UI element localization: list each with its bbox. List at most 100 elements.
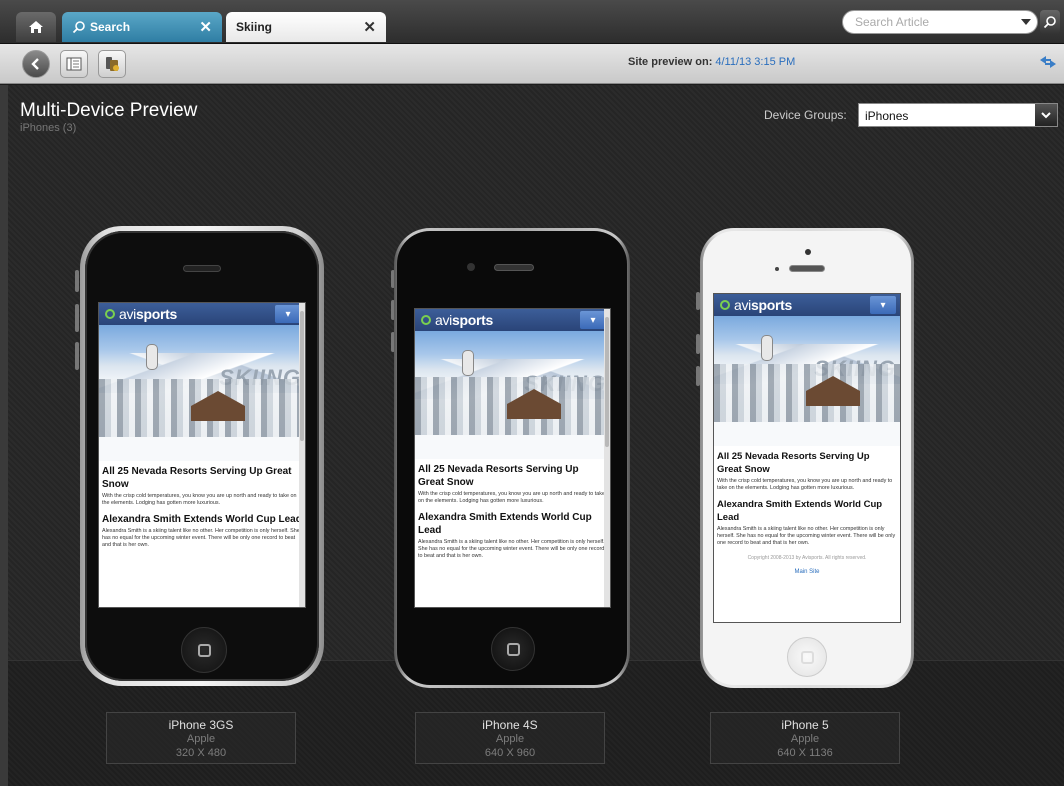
article-text: Alexandra Smith is a skiing talent like …	[717, 526, 896, 546]
search-button[interactable]	[1040, 10, 1060, 34]
article-title[interactable]: Alexandra Smith Extends World Cup Lead	[717, 498, 897, 524]
home-icon	[29, 21, 43, 33]
menu-button[interactable]: ▾	[275, 305, 301, 323]
iphone-3gs-frame: avisports ▾ SKIING All 25 Nevada Resorts…	[80, 226, 324, 686]
hero-image: SKIING	[714, 316, 900, 446]
speaker	[494, 264, 534, 271]
speaker	[183, 265, 221, 272]
close-icon[interactable]: ✕	[199, 18, 212, 36]
speaker	[789, 265, 825, 272]
proximity-sensor	[775, 267, 779, 271]
iphone-4s-frame: avisports ▾ SKIING All 25 Nevada Resorts…	[394, 228, 630, 688]
home-button	[491, 627, 535, 671]
page-title: Multi-Device Preview	[20, 100, 198, 121]
site-header: avisports ▾	[99, 303, 305, 325]
search-box	[842, 10, 1038, 34]
iphone-4s-screen[interactable]: avisports ▾ SKIING All 25 Nevada Resorts…	[414, 308, 611, 608]
site-header: avisports ▾	[714, 294, 900, 316]
front-camera	[467, 263, 475, 271]
list-view-button[interactable]	[60, 50, 88, 78]
avisports-logo-icon	[421, 315, 431, 325]
refresh-button[interactable]	[1036, 50, 1060, 74]
home-square-icon	[197, 643, 211, 657]
tab-skiing[interactable]: Skiing ✕	[226, 12, 386, 42]
back-button[interactable]	[22, 50, 50, 78]
device-name: iPhone 4S	[482, 718, 538, 732]
home-button	[787, 637, 827, 677]
device-groups-select[interactable]: iPhones	[858, 103, 1058, 127]
home-button	[181, 627, 227, 673]
home-square-icon	[506, 642, 520, 656]
iphone-5-screen[interactable]: avisports ▾ SKIING All 25 Nevada Resorts…	[713, 293, 901, 623]
site-footer: Copyright 2008-2013 by Avisports. All ri…	[747, 555, 867, 561]
site-logo: avisports	[119, 306, 177, 322]
device-groups-label: Device Groups:	[764, 108, 847, 122]
article-title[interactable]: All 25 Nevada Resorts Serving Up Great S…	[717, 450, 897, 476]
toolbar	[0, 44, 1064, 84]
device-label-iphone-3gs: iPhone 3GS Apple 320 X 480	[106, 712, 296, 764]
scrollbar[interactable]	[604, 309, 610, 607]
refresh-icon	[1040, 56, 1056, 68]
device-resolution: 320 X 480	[175, 747, 227, 759]
tab-search[interactable]: Search ✕	[62, 12, 222, 42]
site-logo: avisports	[734, 297, 792, 313]
search-icon	[72, 21, 85, 34]
article-title[interactable]: All 25 Nevada Resorts Serving Up Great S…	[418, 463, 607, 489]
article-text: With the crisp cold temperatures, you kn…	[102, 493, 297, 506]
device-maker: Apple	[495, 733, 525, 745]
avisports-logo-icon	[105, 309, 115, 319]
iphone-3gs-screen[interactable]: avisports ▾ SKIING All 25 Nevada Resorts…	[98, 302, 306, 608]
device-resolution: 640 X 960	[484, 747, 536, 759]
tab-search-label: Search	[90, 20, 131, 34]
back-arrow-icon	[31, 58, 39, 70]
menu-button[interactable]: ▾	[580, 311, 606, 329]
search-input[interactable]	[843, 11, 1003, 33]
device-name: iPhone 3GS	[168, 718, 234, 732]
tab-skiing-label: Skiing	[236, 20, 273, 34]
article-text: With the crisp cold temperatures, you kn…	[717, 478, 893, 491]
tab-bar: Search ✕ Skiing ✕	[0, 0, 1064, 44]
device-resolution: 640 X 1136	[777, 747, 833, 759]
site-preview-date[interactable]: 4/11/13 3:15 PM	[715, 56, 795, 68]
menu-button[interactable]: ▾	[870, 296, 896, 314]
device-label-iphone-5: iPhone 5 Apple 640 X 1136	[710, 712, 900, 764]
left-edge	[0, 85, 8, 786]
devices-button[interactable]	[98, 50, 126, 78]
volume-up-button	[75, 304, 79, 332]
article-title[interactable]: Alexandra Smith Extends World Cup Lead	[102, 513, 302, 526]
article-text: Alexandra Smith is a skiing talent like …	[418, 539, 605, 559]
chevron-down-icon[interactable]	[1021, 19, 1031, 25]
hero-image: SKIING	[99, 325, 305, 461]
front-camera	[805, 249, 811, 255]
mute-switch	[75, 270, 79, 292]
volume-down-button	[75, 342, 79, 370]
devices-icon	[106, 57, 119, 71]
site-header: avisports ▾	[415, 309, 610, 331]
device-maker: Apple	[186, 733, 216, 745]
site-logo: avisports	[435, 312, 493, 328]
article-text: With the crisp cold temperatures, you kn…	[418, 491, 605, 504]
search-icon	[1043, 16, 1056, 29]
home-tab[interactable]	[16, 12, 56, 42]
device-name: iPhone 5	[781, 718, 829, 732]
main-site-link[interactable]: Main Site	[717, 569, 897, 575]
iphone-5-frame: avisports ▾ SKIING All 25 Nevada Resorts…	[700, 228, 914, 688]
avisports-logo-icon	[720, 300, 730, 310]
chevron-down-icon[interactable]	[1035, 104, 1057, 126]
article-title[interactable]: All 25 Nevada Resorts Serving Up Great S…	[102, 465, 302, 491]
article-text: Alexandra Smith is a skiing talent like …	[102, 528, 300, 548]
skier-figure	[147, 345, 157, 369]
close-icon[interactable]: ✕	[363, 18, 376, 36]
site-preview-info: Site preview on: 4/11/13 3:15 PM	[628, 56, 795, 68]
device-groups-value: iPhones	[865, 109, 909, 123]
article-title[interactable]: Alexandra Smith Extends World Cup Lead	[418, 511, 607, 537]
site-preview-label: Site preview on:	[628, 56, 713, 68]
page-subtitle: iPhones (3)	[20, 122, 77, 134]
hero-image: SKIING	[415, 331, 610, 459]
home-square-icon	[800, 650, 814, 664]
skier-figure	[762, 336, 772, 360]
device-maker: Apple	[790, 733, 820, 745]
device-label-iphone-4s: iPhone 4S Apple 640 X 960	[415, 712, 605, 764]
scrollbar[interactable]	[299, 303, 305, 607]
list-view-icon	[66, 57, 82, 71]
